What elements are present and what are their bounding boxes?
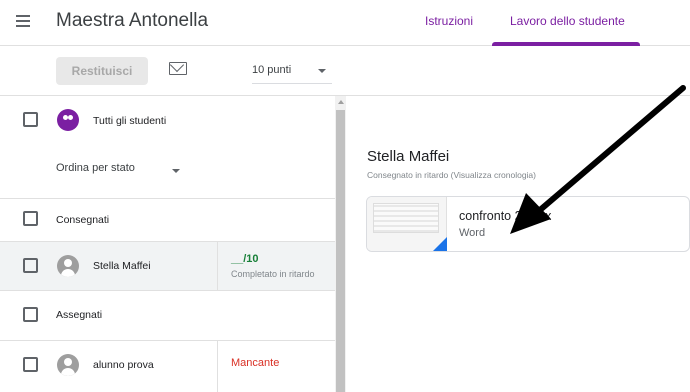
missing-status: Mancante	[231, 357, 280, 369]
chevron-down-icon	[172, 169, 180, 173]
menu-icon[interactable]	[16, 12, 36, 32]
section-title: Consegnati	[56, 214, 110, 226]
scroll-thumb[interactable]	[336, 110, 345, 392]
sort-dropdown[interactable]: Ordina per stato	[56, 162, 135, 174]
class-title: Maestra Antonella	[56, 10, 209, 31]
top-bar: Maestra Antonella Istruzioni Lavoro dell…	[0, 0, 690, 46]
avatar-icon	[57, 255, 79, 277]
all-students-row[interactable]: Tutti gli studenti	[0, 96, 335, 143]
grade-value: __/10	[231, 253, 259, 265]
arrow-shaft	[537, 85, 686, 213]
student-name: alunno prova	[93, 359, 154, 371]
section-header-assegnati: Assegnati	[0, 291, 335, 341]
student-checkbox[interactable]	[23, 357, 38, 372]
scroll-up-arrow-icon[interactable]	[338, 100, 344, 104]
grade-cell[interactable]: Mancante	[217, 341, 335, 392]
word-icon	[431, 237, 447, 251]
tab-istruzioni[interactable]: Istruzioni	[425, 14, 473, 28]
detail-status-link[interactable]: Consegnato in ritardo (Visualizza cronol…	[367, 170, 536, 180]
grade-cell[interactable]: __/10 Completato in ritardo	[217, 242, 335, 290]
points-value: 10 punti	[252, 64, 292, 76]
attachment-file-type: Word	[459, 227, 486, 239]
points-dropdown[interactable]: 10 punti	[252, 64, 332, 84]
submission-status: Completato in ritardo	[231, 269, 315, 279]
student-checkbox[interactable]	[23, 258, 38, 273]
section-header-consegnati: Consegnati	[0, 198, 335, 242]
tab-lavoro-dello-studente[interactable]: Lavoro dello studente	[510, 14, 625, 28]
student-list: Tutti gli studenti Ordina per stato Cons…	[0, 96, 346, 392]
group-icon	[57, 109, 79, 131]
student-row-alunno-prova[interactable]: alunno prova Mancante	[0, 341, 335, 392]
section-title: Assegnati	[56, 309, 103, 321]
section-checkbox[interactable]	[23, 307, 38, 322]
all-students-checkbox[interactable]	[23, 112, 38, 127]
student-row-stella-maffei[interactable]: Stella Maffei __/10 Completato in ritard…	[0, 242, 335, 291]
chevron-down-icon	[318, 69, 326, 73]
return-button[interactable]: Restituisci	[56, 57, 148, 85]
toolbar: Restituisci 10 punti	[0, 47, 690, 96]
attachment-card[interactable]: confronto 2.docx Word	[366, 196, 690, 252]
section-checkbox[interactable]	[23, 211, 38, 226]
email-icon[interactable]	[169, 62, 187, 75]
document-preview	[373, 203, 439, 233]
active-tab-indicator	[492, 42, 640, 46]
all-students-label: Tutti gli studenti	[93, 115, 167, 127]
detail-student-name: Stella Maffei	[367, 148, 450, 165]
attachment-thumbnail	[367, 197, 447, 251]
avatar-icon	[57, 354, 79, 376]
list-scrollbar[interactable]	[335, 96, 346, 392]
student-name: Stella Maffei	[93, 260, 151, 272]
attachment-file-name: confronto 2.docx	[459, 209, 552, 223]
